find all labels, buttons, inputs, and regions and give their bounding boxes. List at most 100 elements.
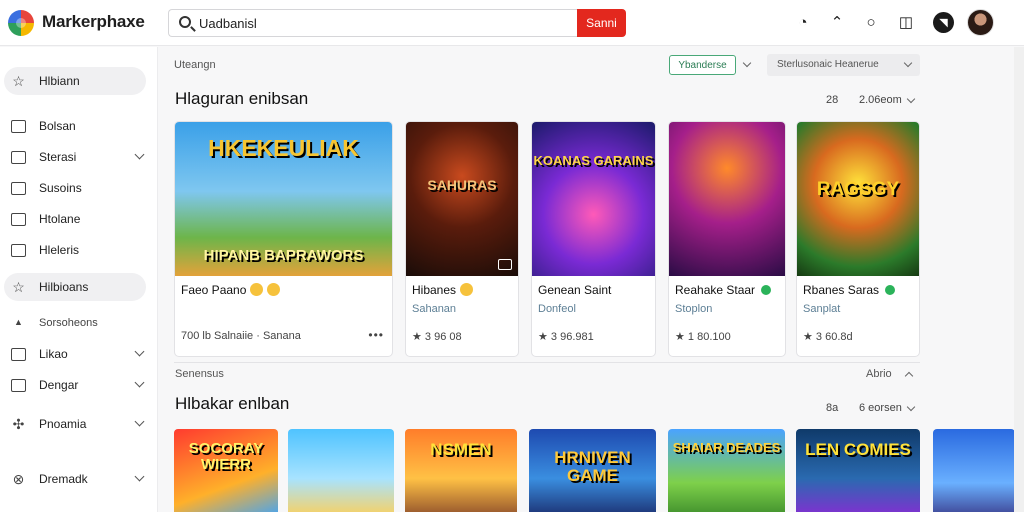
filter-pill[interactable]: Ybanderse xyxy=(669,55,736,75)
card-subtitle: Sanplat xyxy=(803,303,841,315)
chevron-up-icon[interactable] xyxy=(904,371,914,381)
brand-name[interactable]: Markerphaxe xyxy=(42,12,145,32)
chevron-down-icon xyxy=(134,346,145,357)
card-title: Genean Saint xyxy=(538,283,612,297)
section-sort[interactable]: 2.06eom xyxy=(859,94,902,106)
game-card[interactable]: HRNIVEN GAME xyxy=(529,429,656,512)
list-icon xyxy=(11,181,26,195)
chevron-down-icon[interactable] xyxy=(742,58,752,68)
game-card[interactable]: SOCORAY WIERR xyxy=(174,429,278,512)
divider xyxy=(174,362,920,363)
game-card[interactable] xyxy=(288,429,394,512)
card-title: Reahake Staar xyxy=(675,283,772,297)
image-icon xyxy=(11,347,26,361)
share-icon[interactable]: ⌃ xyxy=(827,12,847,32)
game-card[interactable] xyxy=(933,429,1015,512)
expand-toggle[interactable]: Abrio xyxy=(866,368,892,380)
sidebar-item-4[interactable]: Susoins xyxy=(4,174,146,202)
chevron-down-icon[interactable] xyxy=(906,402,916,412)
avatar[interactable] xyxy=(967,9,994,36)
notifications-icon[interactable]: ◔ xyxy=(793,12,813,32)
game-card[interactable]: SHAIAR DEADES xyxy=(668,429,785,512)
bag-icon[interactable]: ◫ xyxy=(896,12,916,32)
checkbox-icon xyxy=(11,243,26,257)
puzzle-icon: ✣ xyxy=(12,415,25,432)
thumb-title: NSMEN xyxy=(430,440,492,459)
scrollbar[interactable] xyxy=(1014,47,1024,512)
triangle-icon: ▲ xyxy=(14,316,23,327)
section-sort[interactable]: 6 eorsen xyxy=(859,402,902,414)
game-card[interactable]: HKEKEULIAK HIPANB BAPRAWORS Faeo Paano 7… xyxy=(174,121,393,357)
game-card[interactable]: Reahake Staar Stoplon ★ 1 80.100 xyxy=(668,121,786,357)
sidebar-item-label: Sterasi xyxy=(39,150,77,164)
search-icon xyxy=(179,16,191,28)
thumb-title: KOANAS GARAINS xyxy=(533,153,654,168)
card-title-text: Faeo Paano xyxy=(181,283,247,297)
theme-toggle-icon[interactable]: ◥ xyxy=(933,12,954,33)
sidebar-item-3[interactable]: Sterasi xyxy=(4,143,146,171)
game-card[interactable]: RAGSGY Rbanes Saras Sanplat ★ 3 60.8d xyxy=(796,121,920,357)
section-divider-label: Senensus xyxy=(175,368,224,380)
sidebar-item-11[interactable]: ✣ Pnoamia xyxy=(4,410,146,438)
sidebar-item-label: Dengar xyxy=(39,378,79,392)
sidebar-item-2[interactable]: Bolsan xyxy=(4,112,146,140)
chevron-down-icon xyxy=(134,377,145,388)
play-icon xyxy=(11,378,26,392)
chevron-down-icon[interactable] xyxy=(906,94,916,104)
more-icon[interactable]: ••• xyxy=(368,328,384,342)
bookmark-icon xyxy=(11,119,26,133)
sidebar-item-label: Pnoamia xyxy=(39,417,87,431)
sidebar-item-home[interactable]: ☆ Hlbiann xyxy=(4,67,146,95)
search-box xyxy=(168,9,578,37)
game-thumbnail: HKEKEULIAK HIPANB BAPRAWORS xyxy=(175,122,392,276)
search-button[interactable]: Sanni xyxy=(577,9,626,37)
game-card[interactable]: KOANAS GARAINS Genean Saint Donfeol ★ 3 … xyxy=(531,121,656,357)
sidebar-item-10[interactable]: Dengar xyxy=(4,371,146,399)
star-icon: ☆ xyxy=(12,72,25,89)
smile-icon xyxy=(250,283,264,296)
game-thumbnail: SAHURAS xyxy=(406,122,518,276)
sidebar-item-6[interactable]: Hleleris xyxy=(4,236,146,264)
chevron-down-icon xyxy=(903,58,913,68)
sidebar-item-12[interactable]: ⊗ Dremadk xyxy=(4,465,146,493)
card-stats: ★ 1 80.100 xyxy=(675,331,731,343)
sidebar-item-label: Dremadk xyxy=(39,472,88,486)
sidebar-item-5[interactable]: Htolane xyxy=(4,205,146,233)
thumb-title: HRNIVEN GAME xyxy=(554,448,631,485)
main-content: Uteangn Ybanderse Sterlusonaic Heanerue … xyxy=(158,47,1024,512)
folder-icon xyxy=(11,150,26,164)
card-title: Hibanes xyxy=(412,283,474,297)
thumb-title: SOCORAY WIERR xyxy=(188,440,264,473)
sidebar-item-7[interactable]: ☆ Hilbioans xyxy=(4,273,146,301)
status-icon xyxy=(761,285,772,295)
card-stats: ★ 3 96 08 xyxy=(412,331,462,343)
breadcrumb[interactable]: Uteangn xyxy=(174,59,216,71)
search-input[interactable] xyxy=(199,13,569,33)
thumb-title: SHAIAR DEADES xyxy=(672,440,781,455)
find-icon[interactable]: ○ xyxy=(861,12,881,32)
section-count: 8a xyxy=(826,402,839,414)
card-stats: 700 lb Salnaiie · Sanana xyxy=(181,330,301,342)
star-icon: ☆ xyxy=(12,278,25,295)
thumb-title: HKEKEULIAK xyxy=(208,135,359,161)
game-card[interactable]: LEN COMIES xyxy=(796,429,920,512)
card-subtitle: Stoplon xyxy=(675,303,713,315)
sidebar-item-label: Hlbiann xyxy=(39,74,80,88)
card-title-text: Rbanes Saras xyxy=(803,283,880,297)
sidebar-item-8[interactable]: ▲ Sorsoheons xyxy=(4,309,146,337)
card-title: Faeo Paano xyxy=(181,283,281,297)
game-card[interactable]: NSMEN xyxy=(405,429,517,512)
sidebar-item-label: Sorsoheons xyxy=(39,317,98,329)
app-logo[interactable] xyxy=(8,10,34,36)
chevron-down-icon xyxy=(134,471,145,482)
grid-icon xyxy=(11,212,26,226)
thumb-title: SAHURAS xyxy=(427,177,497,193)
card-stats: ★ 3 60.8d xyxy=(803,331,853,343)
sidebar-item-9[interactable]: Likao xyxy=(4,340,146,368)
settings-icon: ⊗ xyxy=(12,470,25,487)
chevron-down-icon xyxy=(134,149,145,160)
game-thumbnail xyxy=(669,122,785,276)
thumb-title: RAGSGY xyxy=(816,179,900,200)
game-card[interactable]: SAHURAS Hibanes Sahanan ★ 3 96 08 xyxy=(405,121,519,357)
sort-select[interactable]: Sterlusonaic Heanerue xyxy=(767,54,920,76)
